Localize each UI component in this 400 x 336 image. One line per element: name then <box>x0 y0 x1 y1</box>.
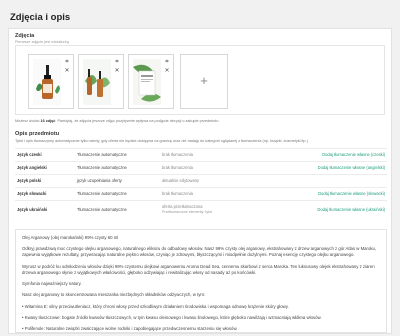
description-editor[interactable]: Olej Arganowy (olej marokański) 99% czys… <box>15 229 387 333</box>
translation-action-empty <box>245 174 387 188</box>
photo-thumbnail[interactable]: ⌗ ✕ <box>78 54 124 109</box>
delete-icon[interactable]: ✕ <box>163 67 171 75</box>
translation-status: Tłumaczenie automatyczne <box>75 161 160 175</box>
translated-elements-note: Przetłumaczone elementy: tytuł <box>162 209 212 214</box>
translation-status: Tłumaczenie automatyczne <box>75 187 160 201</box>
photos-hint-count: 16 zdjęć <box>40 119 56 123</box>
photo-thumbnail[interactable]: ⌗ ✕ <box>128 54 174 109</box>
photos-description-card: Zdjęcia Pierwsze zdjęcie jest miniaturką… <box>8 28 392 334</box>
editor-paragraph: • Polifenole: Naturalne związki zwalczaj… <box>22 325 238 331</box>
editor-paragraph: Wyrusz w podróż ku odmłodzeniu włosów dz… <box>22 263 375 275</box>
add-photo-button[interactable]: + <box>180 54 228 109</box>
translation-row: Język czeski Tłumaczenie automatyczne br… <box>15 148 387 162</box>
add-own-translation-link[interactable]: Dodaj tłumaczenie własne (angielski) <box>245 161 387 175</box>
translations-table: Język czeski Tłumaczenie automatyczne br… <box>15 148 387 218</box>
product-photo-image <box>133 59 161 105</box>
photos-hint: Możesz dodać 16 zdjęć. Pamiętaj, że zdję… <box>15 119 219 123</box>
add-own-translation-link[interactable]: Dodaj tłumaczenie własne (ukraiński) <box>245 200 387 218</box>
translation-source: brak tłumaczenia <box>160 187 245 201</box>
editor-paragraph: Olej Arganowy (olej marokański) 99% czys… <box>22 235 119 240</box>
language-name: Język polski <box>15 174 75 188</box>
product-photo-image <box>33 59 61 105</box>
description-section-title: Opis przedmiotu <box>15 131 60 137</box>
delete-icon[interactable]: ✕ <box>63 67 71 75</box>
language-name: Język słowacki <box>15 187 75 201</box>
translation-row: Język polski język uzupełniania oferty a… <box>15 174 387 188</box>
translation-source: oferta przetłumaczona Przetłumaczone ele… <box>160 200 245 218</box>
translation-source: aktualnie edytowany <box>160 174 245 188</box>
translation-status: Tłumaczenie automatyczne <box>75 200 160 218</box>
delete-icon[interactable]: ✕ <box>113 67 121 75</box>
language-name: Język angielski <box>15 161 75 175</box>
editor-paragraph: Nasz olej arganowy to skoncentrowana mie… <box>22 292 206 298</box>
page: Zdjęcia i opis Zdjęcia Pierwsze zdjęcie … <box>4 4 396 334</box>
language-name: Język czeski <box>15 148 75 162</box>
photos-gallery: ⌗ ✕ ⌗ ✕ ⌗ ✕ + <box>15 45 385 115</box>
translation-info: Tytuł i opis tłumaczymy automatycznie ty… <box>15 139 308 143</box>
translation-status: Tłumaczenie automatyczne <box>75 148 160 162</box>
photo-thumbnail[interactable]: ⌗ ✕ <box>28 54 74 109</box>
add-own-translation-link[interactable]: Dodaj tłumaczenie własne (słowacki) <box>245 187 387 201</box>
plus-icon: + <box>200 73 208 88</box>
translation-row: Język ukraiński Tłumaczenie automatyczne… <box>15 200 387 218</box>
crop-icon[interactable]: ⌗ <box>113 58 121 66</box>
product-photo-image <box>83 59 111 105</box>
translation-source: brak tłumaczenia <box>160 148 245 162</box>
translation-row: Język słowacki Tłumaczenie automatyczne … <box>15 187 387 201</box>
language-name: Język ukraiński <box>15 200 75 218</box>
crop-icon[interactable]: ⌗ <box>63 58 71 66</box>
add-own-translation-link[interactable]: Dodaj tłumaczenie własne (czeski) <box>245 148 387 162</box>
crop-icon[interactable]: ⌗ <box>163 58 171 66</box>
editor-paragraph: Symfonia najważniejszy natury. <box>22 281 82 287</box>
translation-source: brak tłumaczenia <box>160 161 245 175</box>
translation-row: Język angielski Tłumaczenie automatyczne… <box>15 161 387 175</box>
page-title: Zdjęcia i opis <box>10 12 71 23</box>
editor-paragraph: • Kwasy tłuszczowe: bogate źródło kwasów… <box>22 314 322 320</box>
editor-paragraph: • Witamina E: silny przeciwutleniacz, kt… <box>22 303 289 309</box>
editor-paragraph: Odkryj prawdziwą moc czystego olejku arg… <box>22 246 377 258</box>
translation-status: język uzupełniania oferty <box>75 174 160 188</box>
